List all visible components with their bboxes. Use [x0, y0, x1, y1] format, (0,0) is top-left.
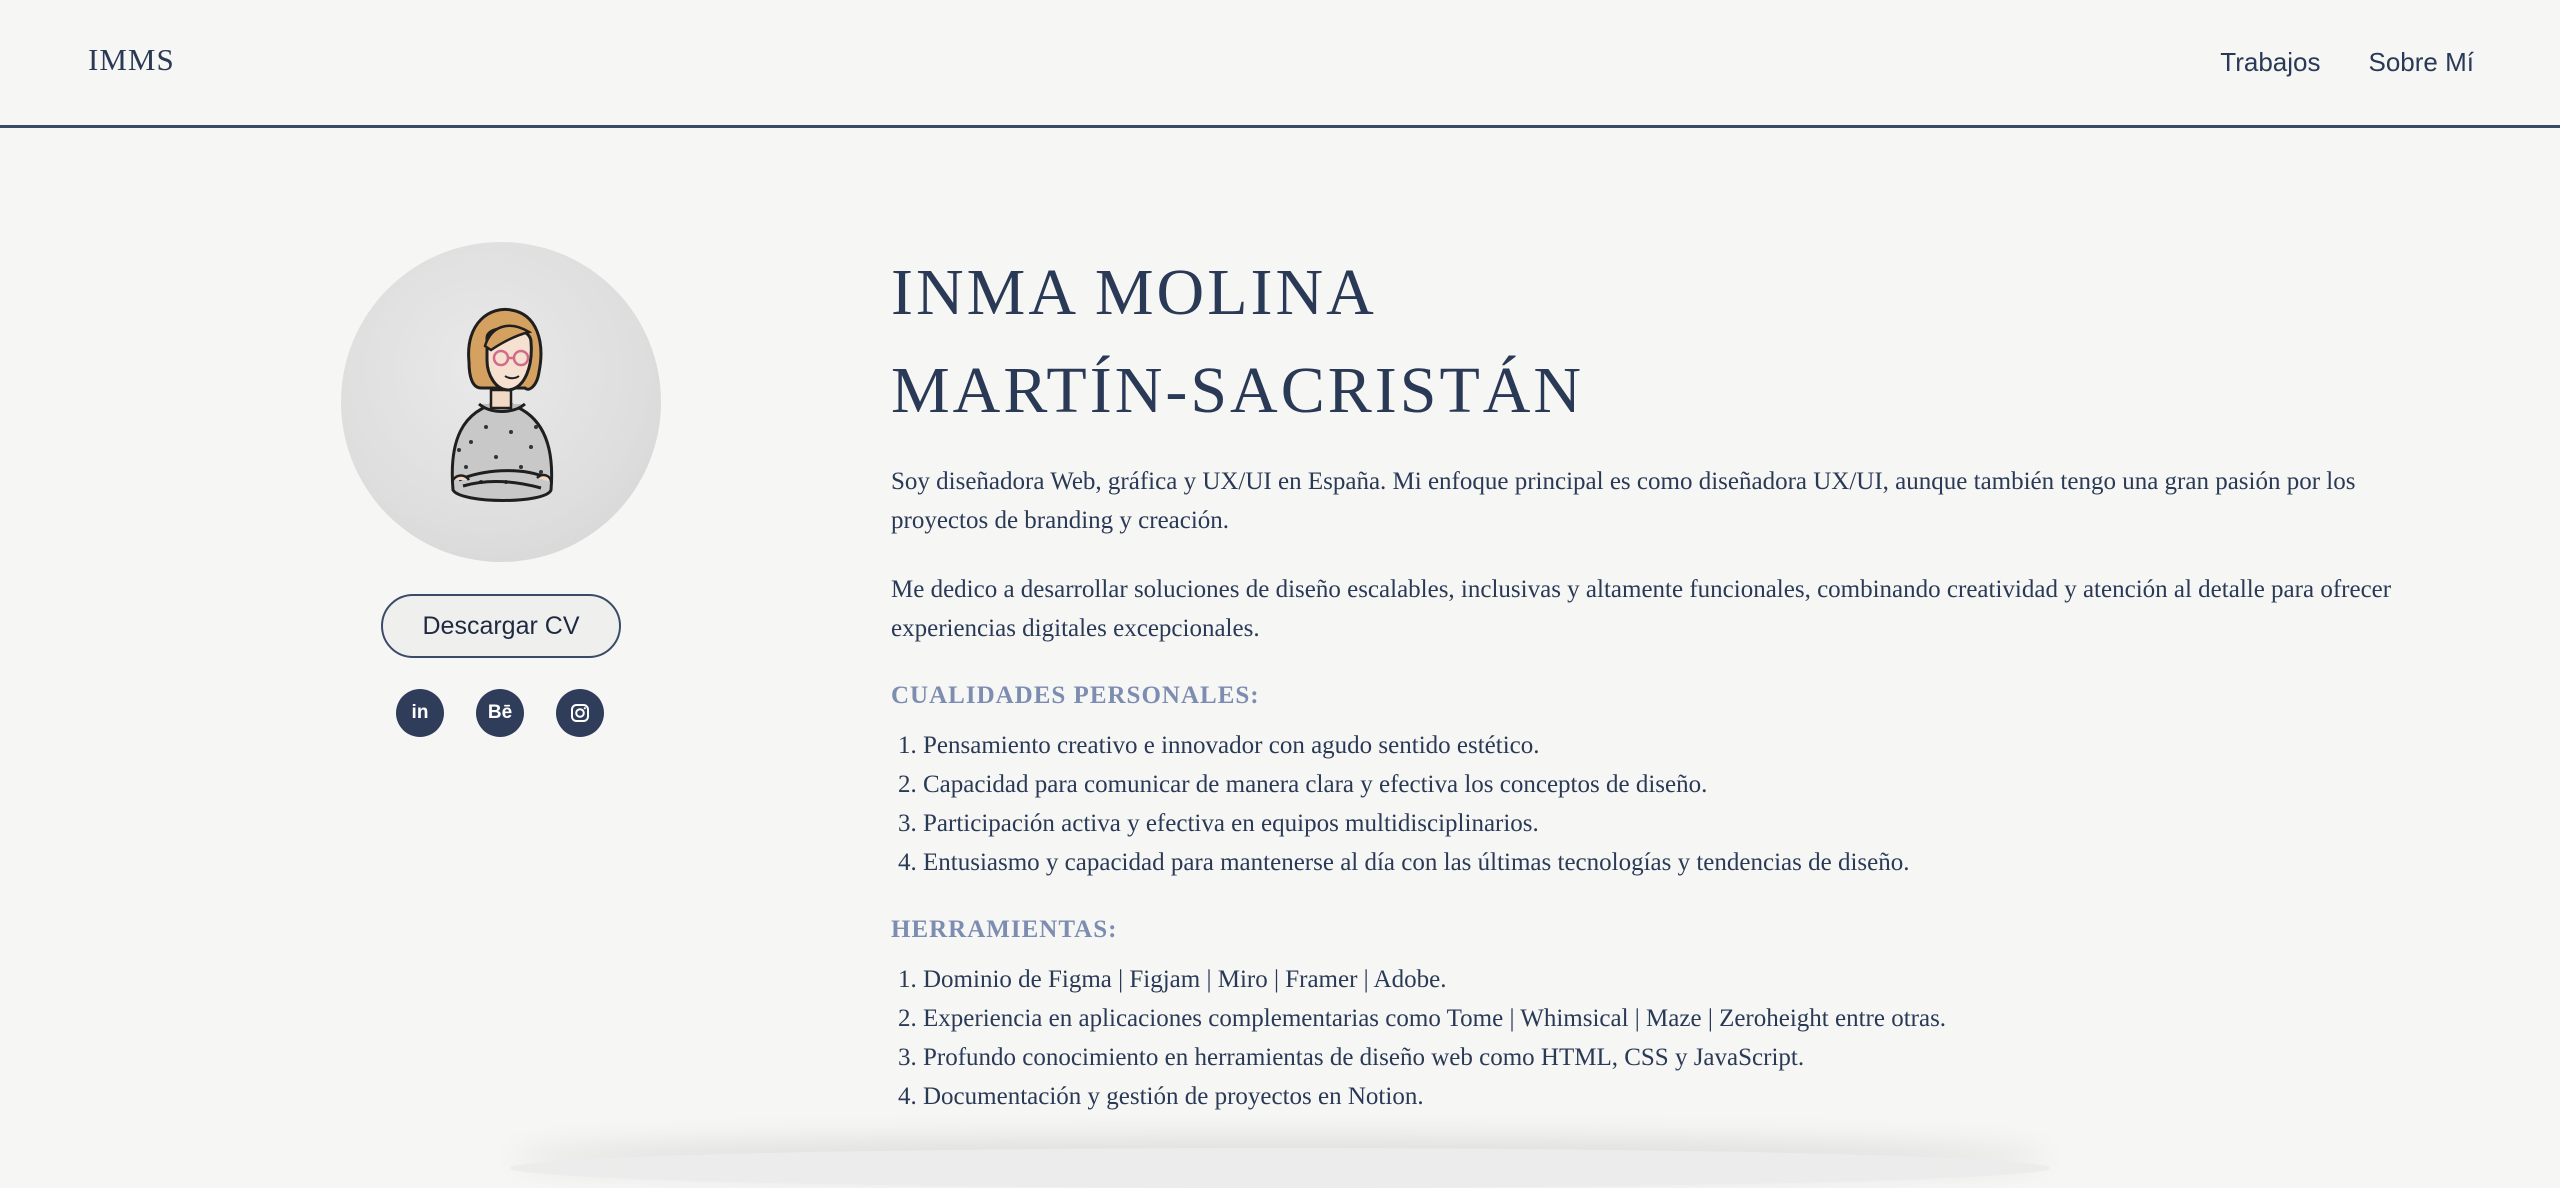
list-item: 4. Documentación y gestión de proyectos e… — [898, 1083, 1424, 1110]
name-line-1: INMA MOLINA — [891, 256, 1377, 329]
instagram-icon[interactable] — [556, 689, 604, 737]
qualities-heading: CUALIDADES PERSONALES: — [891, 682, 1260, 709]
page-title: INMA MOLINA MARTÍN-SACRISTÁN — [891, 244, 2451, 440]
list-item: 1. Pensamiento creativo e innovador con a… — [898, 732, 1540, 759]
list-item: 1. Dominio de Figma | Figjam | Miro | Fra… — [898, 966, 1447, 993]
site-logo[interactable]: IMMS — [88, 42, 175, 78]
tools-list: 1. Dominio de Figma | Figjam | Miro | Fra… — [891, 960, 2451, 1116]
nav-link-sobre-mi[interactable]: Sobre Mí — [2369, 47, 2475, 78]
intro-paragraph-1: Soy diseñadora Web, gráfica y UX/UI en E… — [891, 468, 2356, 534]
footer-shadow — [510, 1148, 2050, 1188]
avatar — [341, 242, 661, 562]
qualities-list: 1. Pensamiento creativo e innovador con a… — [891, 726, 2451, 882]
list-item: 2. Capacidad para comunicar de manera cla… — [898, 771, 1708, 798]
linkedin-icon[interactable]: in — [396, 689, 444, 737]
intro-paragraph-2: Me dedico a desarrollar soluciones de di… — [891, 576, 2392, 642]
behance-icon[interactable]: Bē — [476, 689, 524, 737]
tools-heading: HERRAMIENTAS: — [891, 916, 1118, 943]
main-nav: Trabajos Sobre Mí — [2220, 47, 2474, 78]
social-links: in Bē — [396, 689, 604, 737]
nav-link-trabajos[interactable]: Trabajos — [2220, 47, 2320, 78]
list-item: 3. Profundo conocimiento en herramientas … — [898, 1044, 1805, 1071]
download-cv-button[interactable]: Descargar CV — [381, 594, 621, 658]
name-line-2: MARTÍN-SACRISTÁN — [891, 354, 1585, 427]
list-item: 3. Participación activa y efectiva en equ… — [898, 810, 1539, 837]
avatar-illustration — [450, 307, 554, 502]
list-item: 2. Experiencia en aplicaciones complement… — [898, 1005, 1947, 1032]
about-content: INMA MOLINA MARTÍN-SACRISTÁN Soy diseñad… — [891, 244, 2451, 1116]
site-header: IMMS Trabajos Sobre Mí — [0, 0, 2560, 128]
list-item: 4. Entusiasmo y capacidad para mantenerse… — [898, 849, 1910, 876]
